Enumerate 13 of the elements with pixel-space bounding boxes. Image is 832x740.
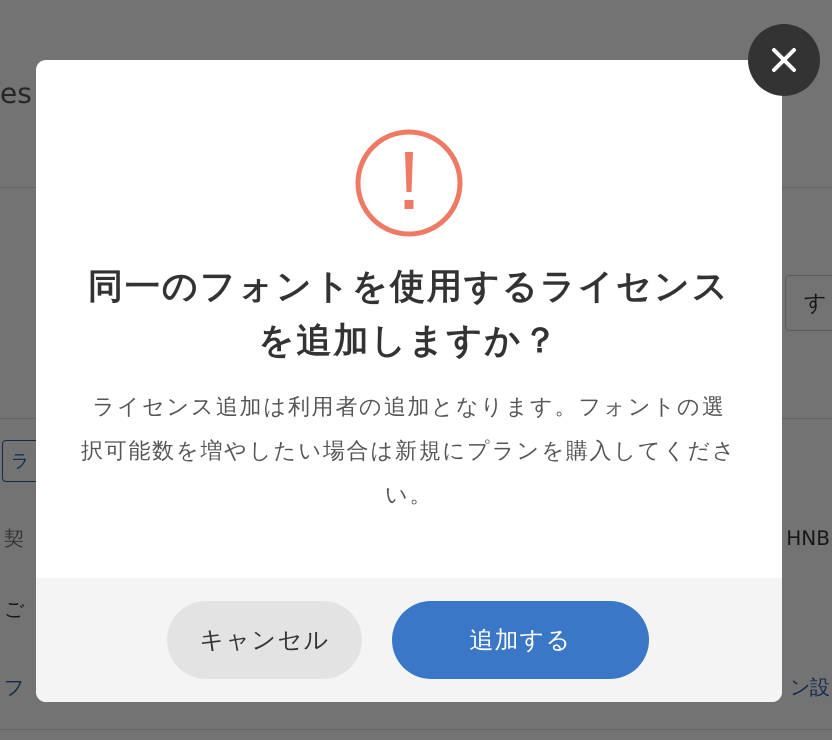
contract-label: 契 <box>4 524 24 552</box>
dialog-message: ライセンス追加は利用者の追加となります。フォントの選択可能数を増やしたい場合は新規にプランを購入してください。 <box>81 394 737 510</box>
action-button[interactable]: す <box>785 275 832 331</box>
dialog-title: 同一のフォントを使用するライセンスを追加しますか？ <box>87 266 731 363</box>
option-link[interactable]: ン設 <box>790 674 830 700</box>
cancel-button[interactable]: キャンセル <box>167 601 362 679</box>
add-button[interactable]: 追加する <box>392 601 649 679</box>
page-heading: es <box>0 77 32 110</box>
usage-label: ご <box>4 596 24 622</box>
exclamation-icon <box>354 128 464 238</box>
contract-value: HNB <box>786 526 830 550</box>
font-link[interactable]: フ <box>4 674 24 700</box>
close-icon <box>771 47 797 73</box>
